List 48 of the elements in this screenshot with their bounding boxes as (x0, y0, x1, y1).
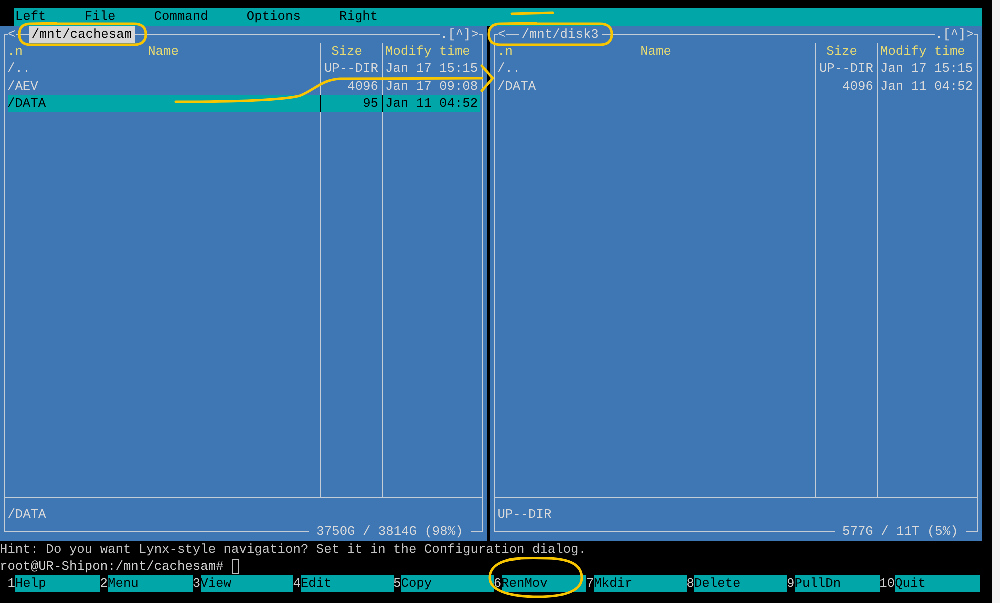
function-key[interactable]: RenMov (502, 575, 586, 592)
file-date: Jan 17 15:15 (382, 60, 480, 78)
function-key[interactable]: PullDn (794, 575, 880, 592)
key-number: 4 (293, 575, 301, 592)
free-space: 3750G / 3814G (98%) (308, 523, 471, 540)
file-row[interactable]: /DATA 95 Jan 11 04:52 (8, 94, 480, 112)
key-number: 7 (586, 575, 594, 592)
menu-item[interactable]: Left (15, 8, 46, 26)
function-key[interactable]: Mkdir (594, 575, 687, 592)
key-number: 8 (686, 575, 694, 592)
file-size: UP--DIR (320, 60, 382, 78)
scrollbar[interactable] (992, 0, 1000, 603)
file-name: /AEV (8, 78, 40, 95)
function-key[interactable]: Edit (300, 575, 394, 592)
key-number: 5 (394, 575, 402, 592)
menu-item[interactable]: Command (154, 8, 208, 26)
function-key[interactable]: Delete (694, 575, 788, 592)
mini-status: UP--DIR (498, 506, 552, 524)
key-number: 9 (787, 575, 795, 592)
file-name: /DATA (8, 94, 48, 112)
function-key[interactable]: View (200, 575, 294, 592)
key-number: 10 (880, 575, 896, 592)
shell-prompt: root@UR-Shipon:/mnt/cachesam# (0, 558, 224, 576)
file-name: /.. (8, 60, 32, 78)
cursor-icon (232, 559, 240, 574)
key-number: 1 (8, 575, 16, 592)
panel-path: /mnt/cachesam (28, 26, 136, 44)
key-number: 6 (494, 575, 502, 592)
file-size: 4096 (814, 78, 876, 95)
function-key[interactable]: Quit (895, 575, 980, 592)
file-name: /.. (498, 60, 522, 78)
file-date: Jan 11 04:52 (382, 94, 480, 112)
function-key[interactable]: Menu (108, 575, 193, 592)
function-key[interactable]: Copy (401, 575, 494, 592)
file-name: /DATA (498, 78, 538, 95)
menu-item[interactable]: Right (340, 8, 378, 26)
function-key[interactable]: Help (15, 575, 100, 592)
hint-text: Hint: Do you want Lynx-style navigation? Set it in the Configuration dialog. (0, 540, 586, 558)
menu-item[interactable]: Options (246, 8, 301, 26)
mini-status: /DATA (8, 506, 46, 524)
key-number: 2 (100, 575, 108, 592)
file-size: UP--DIR (814, 60, 876, 78)
menu-item[interactable]: File (84, 8, 116, 26)
file-date: Jan 17 15:15 (876, 60, 974, 78)
free-space: 577G / 11T (5%) (834, 523, 966, 540)
key-number: 3 (192, 575, 201, 592)
file-size: 95 (320, 94, 382, 112)
file-date: Jan 11 04:52 (876, 78, 974, 95)
